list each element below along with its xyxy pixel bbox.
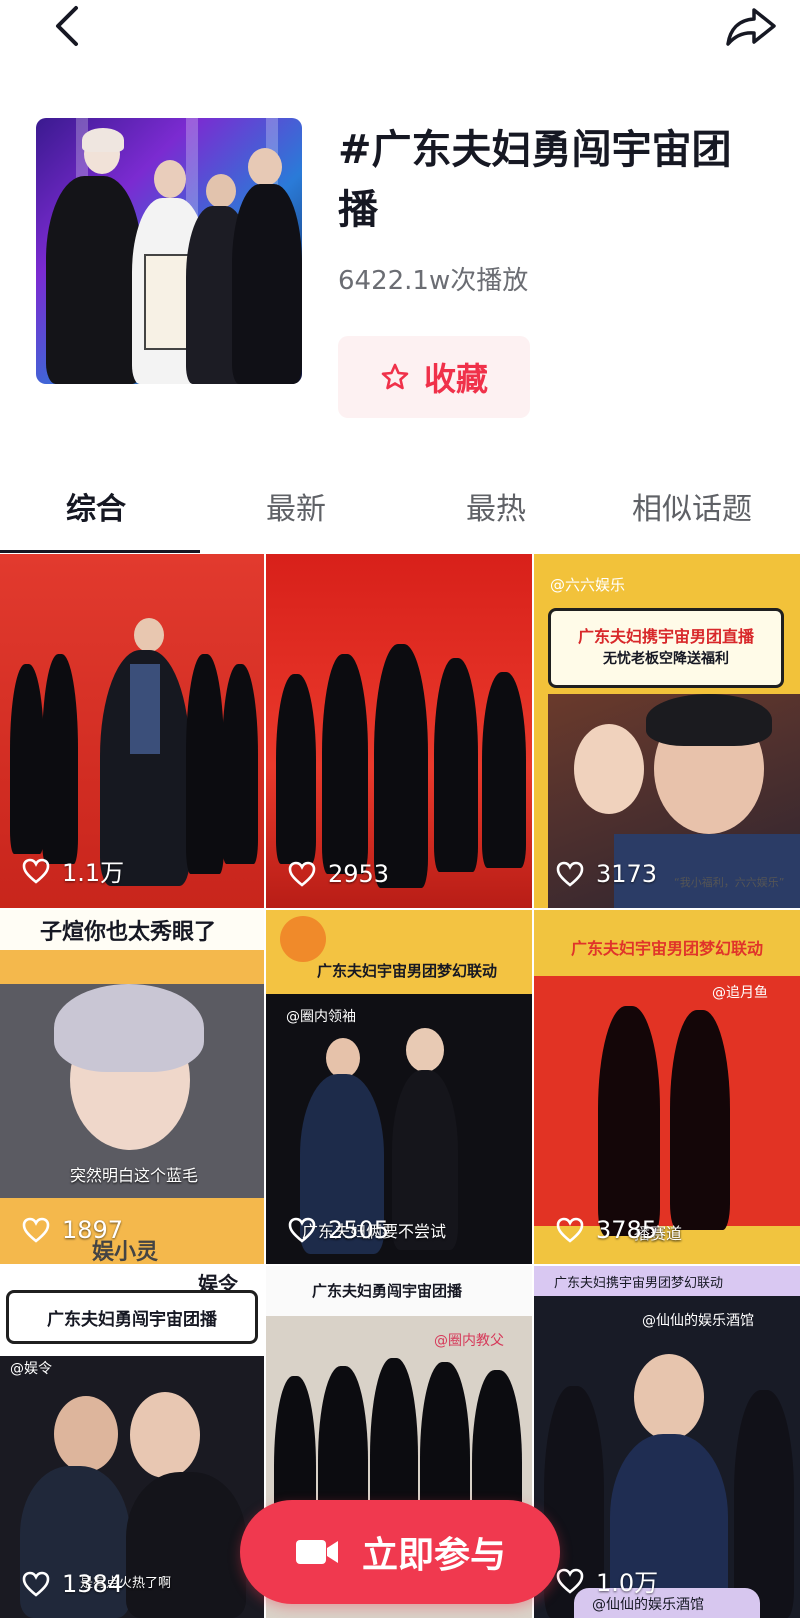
like-count-value: 1897	[62, 1216, 124, 1244]
like-count-value: 2505	[328, 1216, 390, 1244]
video-tag: @追月鱼	[712, 985, 768, 1001]
video-tag: @圈内领袖	[286, 1009, 356, 1025]
tab-bar: 综合 最新 最热 相似话题	[0, 468, 800, 558]
video-card[interactable]: 广东夫妇宇宙男团梦幻联动 @圈内领袖 广东夫妇俩要不尝试 2505	[266, 910, 532, 1264]
topic-title: #广东夫妇勇闯宇宙团播	[338, 127, 732, 233]
like-count: 1.0万	[556, 1563, 658, 1598]
join-now-button[interactable]: 立即参与	[240, 1500, 560, 1604]
video-tag: @娱令	[10, 1361, 52, 1377]
heart-outline-icon	[556, 861, 584, 887]
heart-outline-icon	[556, 1568, 584, 1594]
share-arrow-icon[interactable]	[724, 4, 780, 48]
chevron-left-icon[interactable]	[48, 4, 88, 48]
video-card[interactable]: 子煊你也太秀眼了 突然明白这个蓝毛 娱小灵 1897	[0, 910, 264, 1264]
video-card[interactable]: 广东夫妇携宇宙男团梦幻联动 @仙仙的娱乐酒馆 @仙仙的娱乐酒馆 1.0万	[534, 1266, 800, 1618]
video-card[interactable]: 广东夫妇宇宙男团梦幻联动 @追月鱼 播赛道 3785	[534, 910, 800, 1264]
like-count: 2953	[288, 860, 389, 888]
video-card[interactable]: 2953	[266, 554, 532, 908]
video-grid: 1.1万 2953 @六六娱乐 广东夫妇携宇宙男团直播 无忧老板空降送福利 “我…	[0, 554, 800, 1618]
topic-cover-image[interactable]	[36, 118, 302, 384]
heart-outline-icon	[556, 1217, 584, 1243]
tab-hottest[interactable]: 最热	[466, 484, 526, 528]
video-banner: 广东夫妇携宇宙男团直播 无忧老板空降送福利	[548, 608, 784, 688]
like-count-value: 1.0万	[596, 1569, 659, 1597]
video-camera-icon	[295, 1540, 338, 1564]
video-banner-line: 广东夫妇宇宙男团梦幻联动	[316, 961, 497, 980]
heart-outline-icon	[288, 1217, 316, 1243]
video-card[interactable]: @六六娱乐 广东夫妇携宇宙男团直播 无忧老板空降送福利 “我小福利，六六娱乐” …	[534, 554, 800, 908]
favorite-button[interactable]: 收藏	[338, 336, 530, 418]
video-banner-line: 无忧老板空降送福利	[603, 651, 729, 667]
play-count: 6422.1w次播放	[338, 266, 529, 296]
like-count-value: 3785	[596, 1216, 658, 1244]
video-tag: @圈内教父	[434, 1333, 504, 1349]
heart-outline-icon	[22, 858, 50, 884]
like-count: 1.1万	[22, 853, 124, 888]
active-tab-indicator	[0, 550, 200, 553]
video-banner: 广东夫妇勇闯宇宙团播	[6, 1290, 258, 1344]
video-caption: 广东夫妇携宇宙男团梦幻联动	[554, 1276, 724, 1291]
like-count: 3785	[556, 1216, 657, 1244]
video-banner: 广东夫妇宇宙男团梦幻联动	[294, 950, 520, 990]
like-count: 2505	[288, 1216, 389, 1244]
like-count: 1897	[22, 1216, 123, 1244]
tab-latest[interactable]: 最新	[266, 484, 326, 528]
video-banner-line: 广东夫妇携宇宙男团直播	[577, 627, 754, 646]
like-count: 3173	[556, 860, 657, 888]
video-banner-line: 广东夫妇宇宙男团梦幻联动	[570, 939, 763, 958]
video-caption: 突然明白这个蓝毛	[70, 1166, 199, 1185]
video-tag: @仙仙的娱乐酒馆	[642, 1313, 754, 1329]
like-count-value: 3173	[596, 860, 658, 888]
video-card[interactable]: 1.1万	[0, 554, 264, 908]
star-outline-icon	[381, 363, 409, 390]
video-watermark: “我小福利，六六娱乐”	[674, 876, 785, 889]
heart-outline-icon	[22, 1217, 50, 1243]
like-count-value: 1.1万	[62, 859, 125, 887]
favorite-label: 收藏	[423, 360, 488, 398]
top-bar	[0, 0, 800, 56]
topic-header: #广东夫妇勇闯宇宙团播 6422.1w次播放 收藏	[0, 100, 800, 430]
like-count-value: 1384	[62, 1570, 124, 1598]
video-banner: 广东夫妇宇宙男团梦幻联动	[548, 924, 786, 970]
heart-outline-icon	[288, 861, 316, 887]
like-count: 1384	[22, 1570, 123, 1598]
join-now-label: 立即参与	[361, 1535, 506, 1576]
tab-comprehensive[interactable]: 综合	[66, 484, 126, 528]
video-tag: @六六娱乐	[550, 576, 626, 594]
heart-outline-icon	[22, 1571, 50, 1597]
like-count-value: 2953	[328, 860, 390, 888]
tab-similar-topics[interactable]: 相似话题	[632, 484, 752, 528]
video-caption: 广东夫妇勇闯宇宙团播	[312, 1282, 463, 1300]
video-card[interactable]: 娱令 广东夫妇勇闯宇宙团播 @娱令 是有点火热了啊 1384	[0, 1266, 264, 1618]
video-banner-line: 广东夫妇勇闯宇宙团播	[47, 1309, 217, 1330]
video-caption: 子煊你也太秀眼了	[40, 920, 217, 945]
